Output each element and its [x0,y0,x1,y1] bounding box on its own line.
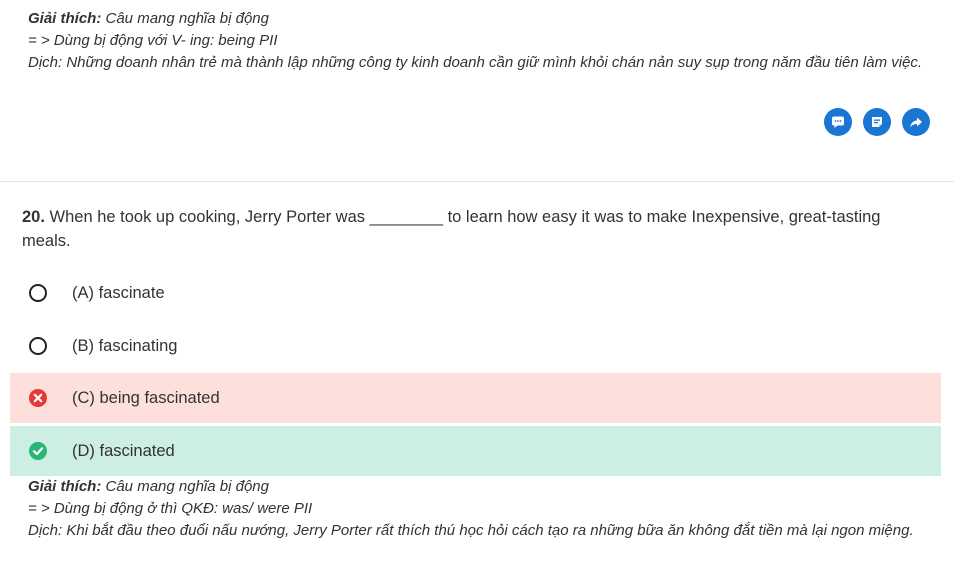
check-icon [29,442,47,460]
option-b[interactable]: (B) fascinating [10,321,941,371]
explanation-heading: Giải thích: Câu mang nghĩa bị động [28,8,938,30]
option-label: (B) fascinating [72,336,178,355]
option-d[interactable]: (D) fascinated [10,426,941,476]
note-icon [872,117,882,127]
option-a[interactable]: (A) fascinate [10,268,941,318]
explanation-label: Giải thích: [28,478,102,495]
question-text: When he took up cooking, Jerry Porter wa… [22,208,881,250]
answer-explanation: Giải thích: Câu mang nghĩa bị động = > D… [28,476,938,542]
explanation-summary: Câu mang nghĩa bị động [101,478,269,495]
explanation-rule: = > Dùng bị động ở thì QKĐ: was/ were PI… [28,500,313,517]
option-label: (D) fascinated [72,441,175,460]
question-stem: 20. When he took up cooking, Jerry Porte… [22,205,932,253]
note-button[interactable] [863,108,891,136]
option-label: (C) being fascinated [72,388,220,407]
explanation-label: Giải thích: [28,10,102,27]
share-icon [910,117,922,128]
quiz-page: Giải thích: Câu mang nghĩa bị động = > D… [0,0,964,567]
previous-explanation: Giải thích: Câu mang nghĩa bị động = > D… [28,8,938,74]
section-divider [0,181,954,182]
wrong-icon [29,389,47,407]
explanation-translation: Dịch: Khi bắt đầu theo đuổi nấu nướng, J… [28,522,914,539]
option-c[interactable]: (C) being fascinated [10,373,941,423]
share-button[interactable] [902,108,930,136]
explanation-summary: Câu mang nghĩa bị động [101,10,269,27]
explanation-heading: Giải thích: Câu mang nghĩa bị động [28,476,938,498]
question-actions [824,108,930,136]
option-label: (A) fascinate [72,283,165,302]
radio-button[interactable] [29,284,47,302]
comment-icon [832,116,844,128]
explanation-rule: = > Dùng bị động với V- ing: being PII [28,32,278,49]
comment-button[interactable] [824,108,852,136]
question-number: 20. [22,208,45,226]
explanation-translation: Dịch: Những doanh nhân trẻ mà thành lập … [28,54,923,71]
radio-button[interactable] [29,337,47,355]
